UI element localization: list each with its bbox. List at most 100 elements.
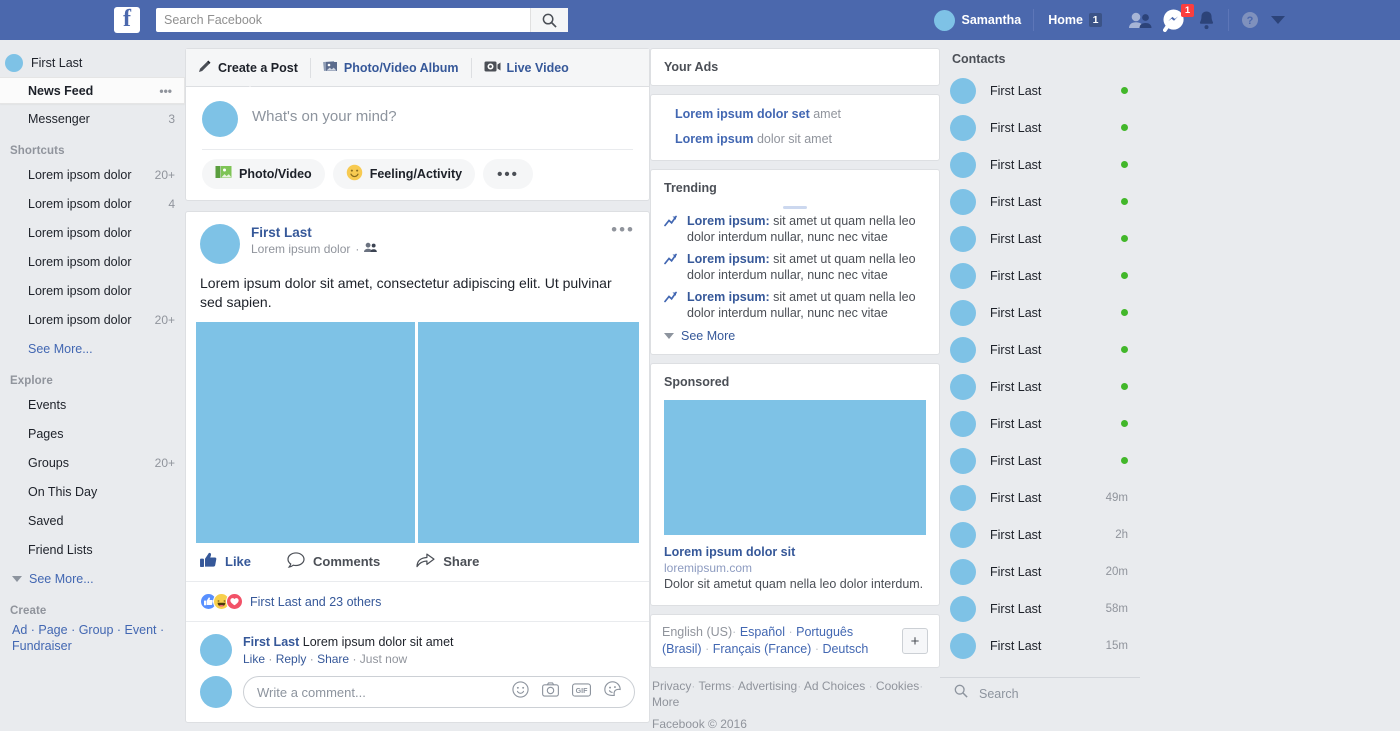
contact-row[interactable]: First Last	[940, 257, 1140, 294]
nav-profile-link[interactable]: Samantha	[934, 10, 1034, 31]
button-label: Photo/Video	[239, 167, 312, 181]
comment-reply-link[interactable]: Reply	[276, 652, 307, 666]
contact-row[interactable]: First Last 20m	[940, 553, 1140, 590]
add-language-button[interactable]: +	[902, 628, 928, 654]
contact-name: First Last	[990, 232, 1107, 246]
composer-tabs: Create a Post Photo/Video Album Live Vid…	[186, 49, 649, 87]
news-feed-options-icon[interactable]: •••	[159, 84, 172, 98]
right-rail: Your Ads Lorem ipsum dolor set amet Lore…	[650, 40, 940, 709]
feeling-activity-button[interactable]: Feeling/Activity	[333, 159, 475, 189]
sidebar-item-shortcut[interactable]: Lorem ipsom dolor 20+	[0, 305, 185, 334]
more-composer-options-button[interactable]: •••	[483, 159, 533, 189]
tab-live-video[interactable]: Live Video	[472, 60, 581, 76]
contact-row[interactable]: First Last	[940, 442, 1140, 479]
contact-row[interactable]: First Last 2h	[940, 516, 1140, 553]
like-button[interactable]: Like	[200, 552, 287, 571]
bell-icon[interactable]	[1197, 10, 1216, 30]
footer-link-terms[interactable]: Terms	[698, 679, 731, 693]
contact-row[interactable]: First Last	[940, 183, 1140, 220]
contact-row[interactable]: First Last	[940, 368, 1140, 405]
friends-icon[interactable]	[1128, 12, 1152, 29]
sponsored-image-placeholder[interactable]	[664, 400, 926, 535]
sidebar-item-profile[interactable]: First Last	[0, 48, 185, 77]
sponsored-url[interactable]: loremipsum.com	[664, 560, 926, 576]
sidebar-item-shortcut[interactable]: Lorem ipsom dolor 4	[0, 189, 185, 218]
shortcuts-see-more-link[interactable]: See More...	[0, 334, 185, 363]
comment-input[interactable]: Write a comment... GIF	[243, 676, 635, 708]
global-search[interactable]	[156, 8, 568, 32]
sponsored-headline[interactable]: Lorem ipsum dolor sit	[664, 544, 926, 560]
footer-link-more[interactable]: More	[652, 695, 679, 709]
post-image-placeholder[interactable]	[418, 322, 639, 543]
contacts-search[interactable]: Search	[940, 677, 1140, 709]
nav-home-link[interactable]: Home 1	[1034, 13, 1116, 27]
comment-share-link[interactable]: Share	[317, 652, 349, 666]
emoji-icon[interactable]	[512, 681, 529, 703]
post-image-placeholder[interactable]	[196, 322, 415, 543]
sidebar-item-label: News Feed	[28, 84, 93, 98]
explore-see-more-link[interactable]: See More...	[0, 564, 185, 593]
sidebar-item-events[interactable]: Events	[0, 390, 185, 419]
search-input[interactable]	[156, 9, 530, 31]
sponsored-description: Dolor sit ametut quam nella leo dolor in…	[664, 576, 926, 592]
language-option[interactable]: Español	[740, 625, 785, 639]
sticker-icon[interactable]	[604, 681, 621, 703]
facebook-logo-icon[interactable]: f	[114, 7, 140, 33]
trending-item[interactable]: Lorem ipsum: sit amet ut quam nella leo …	[651, 213, 939, 251]
share-button[interactable]: Share	[416, 552, 515, 571]
comment-like-link[interactable]: Like	[243, 652, 265, 666]
sidebar-item-messenger[interactable]: Messenger 3	[0, 104, 185, 133]
chevron-down-icon[interactable]	[1270, 15, 1286, 25]
contact-row[interactable]: First Last	[940, 109, 1140, 146]
current-language: English (US)	[662, 625, 732, 639]
sidebar-item-shortcut[interactable]: Lorem ipsom dolor	[0, 218, 185, 247]
sidebar-item-shortcut[interactable]: Lorem ipsom dolor	[0, 276, 185, 305]
photo-video-button[interactable]: Photo/Video	[202, 159, 325, 189]
status-input[interactable]: What's on your mind?	[252, 101, 633, 125]
footer-link-advertising[interactable]: Advertising	[738, 679, 797, 693]
reactions-summary[interactable]: First Last and 23 others	[250, 595, 381, 609]
trending-item[interactable]: Lorem ipsum: sit amet ut quam nella leo …	[651, 289, 939, 327]
comment-author-name[interactable]: First Last	[243, 635, 299, 649]
ad-item[interactable]: Lorem ipsum dolor sit amet	[675, 131, 926, 147]
gif-icon[interactable]: GIF	[572, 683, 591, 702]
post-author-name[interactable]: First Last	[251, 224, 377, 241]
trending-see-more-link[interactable]: See More	[651, 327, 939, 354]
contact-row[interactable]: First Last 58m	[940, 590, 1140, 627]
ad-item[interactable]: Lorem ipsum dolor set amet	[675, 106, 926, 122]
camera-icon[interactable]	[542, 682, 559, 702]
sidebar-item-shortcut[interactable]: Lorem ipsom dolor 20+	[0, 160, 185, 189]
sidebar-item-on-this-day[interactable]: On This Day	[0, 477, 185, 506]
live-video-icon	[484, 60, 501, 76]
contact-row[interactable]: First Last 15m	[940, 627, 1140, 664]
contact-row[interactable]: First Last	[940, 294, 1140, 331]
sidebar-item-news-feed[interactable]: News Feed •••	[0, 77, 185, 104]
contact-row[interactable]: First Last	[940, 405, 1140, 442]
contact-row[interactable]: First Last	[940, 331, 1140, 368]
sidebar-item-saved[interactable]: Saved	[0, 506, 185, 535]
tab-create-post[interactable]: Create a Post	[198, 59, 310, 76]
comments-button[interactable]: Comments	[287, 552, 416, 571]
footer-link-privacy[interactable]: Privacy	[652, 679, 691, 693]
sidebar-item-shortcut[interactable]: Lorem ipsom dolor	[0, 247, 185, 276]
question-circle-icon[interactable]: ?	[1241, 11, 1259, 29]
contact-row[interactable]: First Last	[940, 220, 1140, 257]
sidebar-item-friend-lists[interactable]: Friend Lists	[0, 535, 185, 564]
more-options-icon[interactable]: •••	[611, 224, 635, 236]
language-option[interactable]: Deutsch	[822, 642, 868, 656]
last-active-time: 20m	[1106, 566, 1128, 578]
trending-item[interactable]: Lorem ipsum: sit amet ut quam nella leo …	[651, 251, 939, 289]
messenger-icon[interactable]: 1	[1163, 9, 1186, 32]
sidebar-item-groups[interactable]: Groups 20+	[0, 448, 185, 477]
contact-row[interactable]: First Last	[940, 72, 1140, 109]
footer-link-cookies[interactable]: Cookies	[876, 679, 919, 693]
create-links[interactable]: Ad · Page · Group · Event · Fundraiser	[0, 620, 185, 654]
friends-audience-icon[interactable]	[364, 241, 377, 257]
language-option[interactable]: Français (France)	[713, 642, 812, 656]
contact-row[interactable]: First Last 49m	[940, 479, 1140, 516]
search-icon[interactable]	[530, 8, 568, 32]
tab-photo-video-album[interactable]: Photo/Video Album	[311, 59, 471, 76]
footer-link-ad-choices[interactable]: Ad Choices	[804, 679, 865, 693]
contact-row[interactable]: First Last	[940, 146, 1140, 183]
sidebar-item-pages[interactable]: Pages	[0, 419, 185, 448]
